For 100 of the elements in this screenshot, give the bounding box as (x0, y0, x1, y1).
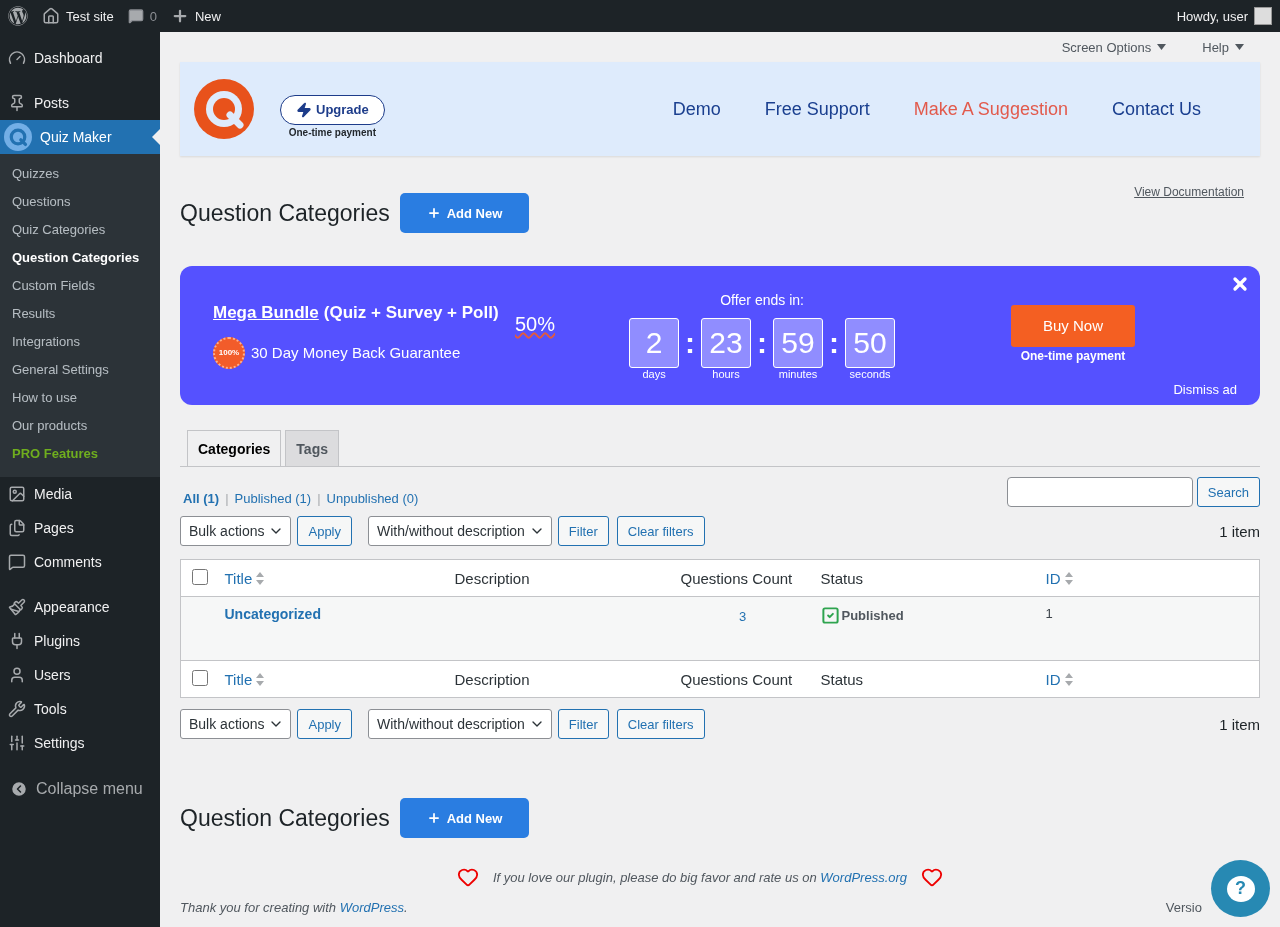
sidebar-item[interactable]: Pages (0, 511, 160, 545)
sidebar-item[interactable]: Plugins (0, 624, 160, 658)
tab[interactable]: Categories (187, 430, 282, 466)
column-header: Description (454, 670, 530, 688)
bundle-title: (Quiz + Survey + Poll) (323, 302, 499, 323)
view-documentation-link[interactable]: View Documentation (1134, 185, 1244, 199)
submenu-item[interactable]: How to use (0, 385, 160, 413)
site-link[interactable]: Test site (42, 7, 114, 25)
countdown-unit: days (642, 367, 666, 380)
screen-meta-toggle[interactable]: Help (1202, 39, 1244, 55)
rate-message: If you love our plugin, please do big favor and rate us on WordPress.org (492, 869, 908, 885)
clear-filters-button[interactable]: Clear filters (616, 709, 705, 739)
payment-note: One-time payment (288, 126, 376, 138)
filter-button[interactable]: Filter (557, 516, 609, 546)
submenu-item[interactable]: Quizzes (0, 161, 160, 189)
submenu-item[interactable]: Questions (0, 189, 160, 217)
sidebar-item[interactable]: Tools (0, 692, 160, 726)
submenu-item[interactable]: PRO Features (0, 441, 160, 469)
upgrade-button[interactable]: Upgrade (280, 94, 385, 125)
submenu-item[interactable]: Custom Fields (0, 273, 160, 301)
column-header: Status (820, 569, 864, 587)
caret-down-icon (1157, 44, 1167, 50)
status-text: Published (841, 608, 904, 623)
header-link[interactable]: Free Support (764, 98, 870, 120)
greeting[interactable]: Howdy, user (1176, 8, 1248, 24)
submenu-item[interactable]: General Settings (0, 357, 160, 385)
dismiss-ad-link[interactable]: Dismiss ad (1173, 382, 1237, 397)
sortable-column-header[interactable]: ID (1045, 670, 1073, 688)
tab[interactable]: Tags (285, 430, 339, 466)
sidebar-item[interactable]: Quiz Maker (0, 120, 160, 154)
new-link[interactable]: New (170, 7, 221, 25)
description-filter-select[interactable]: With/without description (368, 709, 552, 739)
countdown-value: 50 (845, 317, 896, 368)
sortable-column-header[interactable]: ID (1045, 569, 1073, 587)
bundle-link[interactable]: Mega Bundle (213, 302, 319, 323)
sidebar-item[interactable]: Appearance (0, 590, 160, 624)
rate-link[interactable]: WordPress.org (820, 869, 908, 885)
menu-icon (8, 49, 26, 67)
menu-icon (8, 700, 26, 718)
discount-text: 50% (515, 313, 556, 336)
add-new-button[interactable]: Add New (399, 798, 530, 838)
view-separator: | (317, 490, 321, 506)
plus-icon (426, 206, 441, 220)
apply-button[interactable]: Apply (297, 709, 352, 739)
search-field[interactable] (1006, 477, 1193, 507)
sort-arrows-icon (1064, 672, 1073, 686)
questions-count-link[interactable]: 3 (738, 609, 747, 624)
sidebar-item[interactable]: Posts (0, 86, 160, 120)
help-button[interactable]: ? (1211, 860, 1270, 917)
clear-filters-button[interactable]: Clear filters (616, 516, 705, 546)
close-icon[interactable] (1230, 274, 1250, 294)
sidebar-item[interactable]: Dashboard (0, 41, 160, 75)
wordpress-link[interactable]: WordPress (339, 900, 404, 915)
check-icon (820, 606, 840, 625)
menu-icon (8, 94, 26, 112)
column-header: Description (454, 569, 530, 587)
heart-icon (456, 866, 479, 888)
sort-arrows-icon (256, 672, 265, 686)
status-filter-link[interactable]: Unpublished (0) (326, 490, 419, 506)
submenu-item[interactable]: Question Categories (0, 245, 160, 273)
category-title-link[interactable]: Uncategorized (224, 606, 321, 622)
description-filter-select[interactable]: With/without description (368, 516, 552, 546)
search-button[interactable]: Search (1196, 477, 1260, 507)
column-header: Status (820, 670, 864, 688)
caret-down-icon (1235, 44, 1244, 50)
status-filter-link[interactable]: All (1) (183, 490, 220, 506)
header-link[interactable]: Demo (672, 98, 721, 120)
submenu-item[interactable]: Our products (0, 413, 160, 441)
footer-thanks: Thank you for creating with WordPress. (180, 900, 408, 915)
sidebar-item[interactable]: Settings (0, 726, 160, 760)
sort-arrows-icon (256, 571, 265, 585)
sidebar-item[interactable]: Media (0, 477, 160, 511)
sidebar-item[interactable]: Comments (0, 545, 160, 579)
add-new-button[interactable]: Add New (399, 193, 530, 233)
apply-button[interactable]: Apply (297, 516, 352, 546)
submenu-item[interactable]: Results (0, 301, 160, 329)
comments-link[interactable]: 0 (127, 8, 157, 24)
screen-meta-toggle[interactable]: Screen Options (1061, 39, 1167, 55)
sidebar-item[interactable]: Users (0, 658, 160, 692)
countdown-value: 59 (773, 317, 824, 368)
bulk-actions-select[interactable]: Bulk actions (180, 516, 292, 546)
header-link[interactable]: Contact Us (1111, 98, 1201, 120)
submenu-item[interactable]: Integrations (0, 329, 160, 357)
menu-icon (8, 734, 26, 752)
bulk-actions-select[interactable]: Bulk actions (180, 709, 292, 739)
speech-bubble-icon (127, 8, 144, 24)
payment-note: One-time payment (1020, 348, 1126, 363)
wordpress-logo-icon[interactable] (8, 6, 28, 26)
collapse-menu-button[interactable]: Collapse menu (0, 771, 160, 807)
status-filter-link[interactable]: Published (1) (234, 490, 312, 506)
select-all-checkbox[interactable] (192, 669, 208, 686)
item-count: 1 item (1219, 522, 1260, 540)
menu-icon (8, 485, 26, 503)
guarantee-text: 30 Day Money Back Guarantee (251, 344, 461, 361)
filter-button[interactable]: Filter (557, 709, 609, 739)
version-text: Versio (1165, 900, 1202, 915)
submenu-item[interactable]: Quiz Categories (0, 217, 160, 245)
sortable-column-header[interactable]: Title (224, 670, 265, 688)
select-all-checkbox[interactable] (192, 568, 208, 585)
sortable-column-header[interactable]: Title (224, 569, 265, 587)
